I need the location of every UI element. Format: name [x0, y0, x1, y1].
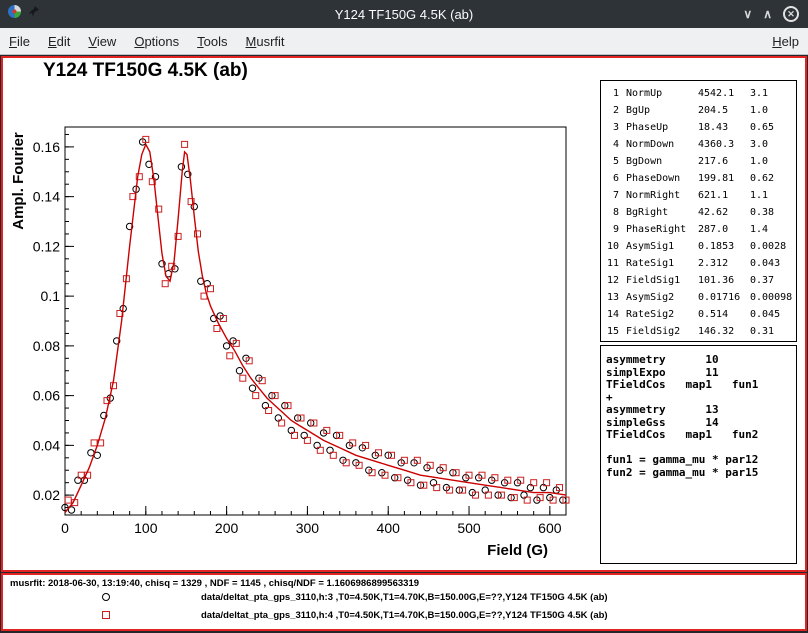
svg-text:0.06: 0.06 — [33, 388, 60, 404]
svg-text:0.04: 0.04 — [33, 437, 60, 453]
menu-view[interactable]: View — [79, 34, 125, 49]
svg-text:0.1: 0.1 — [41, 288, 61, 304]
maximize-button[interactable]: ∧ — [763, 7, 772, 22]
theory-line: TFieldCos map1 fun1 — [606, 379, 796, 392]
svg-text:600: 600 — [538, 520, 562, 536]
svg-text:200: 200 — [215, 520, 239, 536]
svg-text:0.14: 0.14 — [33, 189, 60, 205]
theory-line: TFieldCos map1 fun2 — [606, 429, 796, 442]
menu-edit[interactable]: Edit — [39, 34, 79, 49]
window-titlebar: Y124 TF150G 4.5K (ab) ∨ ∧ ✕ — [0, 0, 808, 28]
circle-marker-icon — [102, 593, 110, 601]
theory-box[interactable]: asymmetry 10simplExpo 11TFieldCos map1 f… — [600, 345, 797, 564]
svg-text:400: 400 — [377, 520, 401, 536]
app-icon[interactable] — [7, 4, 22, 24]
param-row: 1NormUp4542.13.1 — [604, 85, 796, 102]
svg-text:300: 300 — [296, 520, 320, 536]
pin-icon[interactable] — [27, 5, 40, 23]
param-table-rows: 1NormUp4542.13.12BgUp204.51.03PhaseUp18.… — [604, 85, 796, 340]
menu-musrfit[interactable]: Musrfit — [237, 34, 294, 49]
minimize-button[interactable]: ∨ — [743, 7, 752, 22]
param-row: 10AsymSig10.18530.0028 — [604, 238, 796, 255]
window-title: Y124 TF150G 4.5K (ab) — [0, 7, 808, 22]
svg-text:0: 0 — [61, 520, 69, 536]
theory-line: fun2 = gamma_mu * par15 — [606, 467, 796, 480]
svg-text:0.02: 0.02 — [33, 487, 60, 503]
svg-text:0.08: 0.08 — [33, 338, 60, 354]
fit-stats: musrfit: 2018-06-30, 13:19:40, chisq = 1… — [10, 578, 419, 589]
param-row: 8BgRight42.620.38 — [604, 204, 796, 221]
svg-text:500: 500 — [457, 520, 481, 536]
svg-text:Field (G): Field (G) — [487, 542, 548, 559]
param-row: 15FieldSig2146.320.31 — [604, 323, 796, 340]
menu-help[interactable]: Help — [763, 34, 808, 49]
legend-label-1: data/deltat_pta_gps_3110,h:3 ,T0=4.50K,T… — [201, 592, 608, 603]
menu-file[interactable]: File — [0, 34, 39, 49]
menu-bar: File Edit View Options Tools Musrfit Hel… — [0, 28, 808, 55]
param-row: 6PhaseDown199.810.62 — [604, 170, 796, 187]
param-row: 7NormRight621.11.1 — [604, 187, 796, 204]
theory-lines: asymmetry 10simplExpo 11TFieldCos map1 f… — [606, 354, 796, 479]
menu-options[interactable]: Options — [125, 34, 188, 49]
param-row: 11RateSig12.3120.043 — [604, 255, 796, 272]
param-box[interactable]: 1NormUp4542.13.12BgUp204.51.03PhaseUp18.… — [600, 80, 797, 342]
theory-line: fun1 = gamma_mu * par12 — [606, 454, 796, 467]
svg-text:0.12: 0.12 — [33, 238, 60, 254]
menu-tools[interactable]: Tools — [188, 34, 236, 49]
param-row: 9PhaseRight287.01.4 — [604, 221, 796, 238]
param-row: 3PhaseUp18.430.65 — [604, 119, 796, 136]
param-row: 5BgDown217.61.0 — [604, 153, 796, 170]
legend-row-1: data/deltat_pta_gps_3110,h:3 ,T0=4.50K,T… — [3, 592, 805, 602]
svg-text:Ampl. Fourier: Ampl. Fourier — [10, 132, 27, 230]
svg-text:100: 100 — [134, 520, 158, 536]
param-row: 14RateSig20.5140.045 — [604, 306, 796, 323]
svg-text:0.16: 0.16 — [33, 139, 60, 155]
plot-svg[interactable]: 0 100 200 300 400 500 600 0.02 0.04 0.06 0.08 0.1 0.… — [3, 58, 588, 560]
root-canvas[interactable]: Y124 TF150G 4.5K (ab) 010020030040050060… — [1, 56, 807, 572]
close-button[interactable]: ✕ — [783, 6, 799, 22]
legend-label-2: data/deltat_pta_gps_3110,h:4 ,T0=4.50K,T… — [201, 610, 608, 621]
param-row: 13AsymSig20.017160.00098 — [604, 289, 796, 306]
param-row: 12FieldSig1101.360.37 — [604, 272, 796, 289]
info-pad: musrfit: 2018-06-30, 13:19:40, chisq = 1… — [1, 573, 807, 631]
param-row: 4NormDown4360.33.0 — [604, 136, 796, 153]
square-marker-icon — [102, 611, 110, 619]
theory-line: asymmetry 10 — [606, 354, 796, 367]
theory-line: asymmetry 13 — [606, 404, 796, 417]
param-row: 2BgUp204.51.0 — [604, 102, 796, 119]
legend-row-2: data/deltat_pta_gps_3110,h:4 ,T0=4.50K,T… — [3, 610, 805, 620]
